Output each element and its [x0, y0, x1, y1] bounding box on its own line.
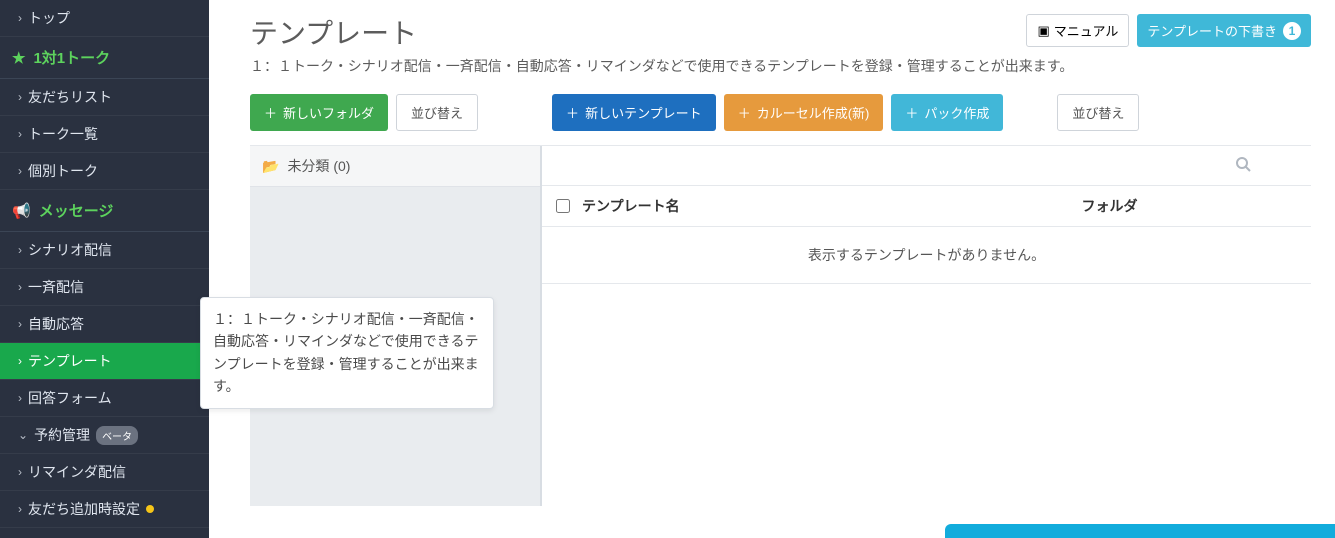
chevron-right-icon: ›	[18, 127, 22, 141]
sidebar-section-title: メッセージ	[39, 200, 114, 221]
plus-icon: ＋	[738, 103, 751, 122]
chevron-right-icon: ›	[18, 90, 22, 104]
sidebar-item-reminder[interactable]: › リマインダ配信	[0, 454, 209, 491]
chevron-right-icon: ›	[18, 280, 22, 294]
main-content: テンプレート １：１トーク・シナリオ配信・一斉配信・自動応答・リマインダなどで使…	[226, 0, 1335, 538]
plus-icon: ＋	[566, 103, 579, 122]
sidebar-item-friendlist[interactable]: › 友だちリスト	[0, 79, 209, 116]
sidebar-item-top[interactable]: › トップ	[0, 0, 209, 37]
column-folder: フォルダ	[922, 196, 1297, 216]
sidebar-label: 個別トーク	[28, 161, 98, 181]
button-label: 新しいフォルダ	[283, 103, 374, 122]
column-template-name: テンプレート名	[582, 196, 922, 216]
sidebar-item-friendadd[interactable]: › 友だち追加時設定	[0, 491, 209, 528]
select-all-checkbox[interactable]	[556, 199, 570, 213]
search-row	[542, 146, 1311, 185]
chevron-right-icon: ›	[18, 164, 22, 178]
chevron-right-icon: ›	[18, 317, 22, 331]
table-header: テンプレート名 フォルダ	[542, 185, 1311, 227]
sidebar-label: 自動応答	[28, 314, 84, 334]
chevron-right-icon: ›	[18, 243, 22, 257]
button-label: カルーセル作成(新)	[757, 103, 870, 122]
reorder-folders-button[interactable]: 並び替え	[396, 94, 478, 131]
sidebar-section-message[interactable]: 📢 メッセージ	[0, 190, 209, 232]
plus-icon: ＋	[264, 103, 277, 122]
action-row: ＋ 新しいフォルダ 並び替え ＋ 新しいテンプレート ＋ カルーセル作成(新) ＋ パッ…	[250, 94, 1311, 131]
sidebar-item-broadcast[interactable]: › 一斉配信	[0, 269, 209, 306]
chevron-right-icon: ›	[18, 465, 22, 479]
plus-icon: ＋	[905, 103, 918, 122]
beta-badge: ベータ	[96, 426, 138, 445]
button-label: テンプレートの下書き	[1147, 21, 1277, 40]
sidebar-label: 友だち追加時設定	[28, 499, 140, 519]
sidebar-item-reservation[interactable]: ⌄ 予約管理ベータ	[0, 417, 209, 454]
button-label: 並び替え	[411, 103, 463, 122]
sidebar-section-talk[interactable]: ★ 1対1トーク	[0, 37, 209, 79]
sidebar-item-answerform[interactable]: › 回答フォーム	[0, 380, 209, 417]
manual-button[interactable]: ▣ マニュアル	[1026, 14, 1129, 47]
footer-bar	[945, 524, 1335, 538]
search-icon[interactable]	[1235, 156, 1251, 175]
folder-label: 未分類 (0)	[287, 156, 350, 176]
sidebar-tooltip: １：１トーク・シナリオ配信・一斉配信・自動応答・リマインダなどで使用できるテンプ…	[200, 297, 494, 409]
sidebar-label: テンプレート	[28, 351, 112, 371]
template-draft-button[interactable]: テンプレートの下書き 1	[1137, 14, 1311, 47]
new-template-button[interactable]: ＋ 新しいテンプレート	[552, 94, 716, 131]
sidebar-item-scenario[interactable]: › シナリオ配信	[0, 232, 209, 269]
button-label: 並び替え	[1072, 103, 1124, 122]
sidebar-label: トップ	[28, 8, 70, 28]
sidebar-label: 予約管理	[34, 425, 90, 445]
template-table-panel: テンプレート名 フォルダ 表示するテンプレートがありません。	[542, 146, 1311, 506]
sidebar: › トップ ★ 1対1トーク › 友だちリスト › トーク一覧 › 個別トーク 📢 メッセー…	[0, 0, 209, 538]
chevron-right-icon: ›	[18, 354, 22, 368]
book-icon: ▣	[1037, 23, 1049, 39]
sidebar-label: 回答フォーム	[28, 388, 112, 408]
chevron-right-icon: ›	[18, 11, 22, 25]
sidebar-label: 友だちリスト	[28, 87, 112, 107]
chevron-right-icon: ›	[18, 391, 22, 405]
megaphone-icon: 📢	[12, 202, 31, 220]
sidebar-item-action[interactable]: ›アクション管理	[0, 528, 209, 538]
sidebar-section-title: 1対1トーク	[33, 47, 110, 68]
chevron-right-icon: ›	[18, 502, 22, 516]
sidebar-label: 一斉配信	[28, 277, 84, 297]
sidebar-item-autoresponse[interactable]: › 自動応答	[0, 306, 209, 343]
sidebar-label: リマインダ配信	[28, 462, 126, 482]
pack-create-button[interactable]: ＋ パック作成	[891, 94, 1003, 131]
draft-count-badge: 1	[1283, 22, 1301, 40]
button-label: パック作成	[924, 103, 989, 122]
sidebar-item-individual[interactable]: › 個別トーク	[0, 153, 209, 190]
button-label: 新しいテンプレート	[585, 103, 702, 122]
folder-uncategorized[interactable]: 📂 未分類 (0)	[250, 146, 540, 187]
sidebar-label: シナリオ配信	[28, 240, 112, 260]
top-right-actions: ▣ マニュアル テンプレートの下書き 1	[1026, 14, 1311, 47]
sidebar-label: トーク一覧	[28, 124, 98, 144]
folder-open-icon: 📂	[262, 158, 279, 175]
new-folder-button[interactable]: ＋ 新しいフォルダ	[250, 94, 388, 131]
notification-dot-icon	[146, 505, 154, 513]
page-description: １：１トーク・シナリオ配信・一斉配信・自動応答・リマインダなどで使用できるテンプ…	[250, 56, 1311, 76]
button-label: マニュアル	[1054, 21, 1119, 40]
reorder-templates-button[interactable]: 並び替え	[1057, 94, 1139, 131]
empty-message: 表示するテンプレートがありません。	[542, 227, 1311, 284]
chevron-down-icon: ⌄	[18, 428, 28, 442]
star-icon: ★	[12, 49, 25, 67]
sidebar-item-template[interactable]: › テンプレート	[0, 343, 209, 380]
sidebar-item-talklist[interactable]: › トーク一覧	[0, 116, 209, 153]
carousel-create-button[interactable]: ＋ カルーセル作成(新)	[724, 94, 884, 131]
